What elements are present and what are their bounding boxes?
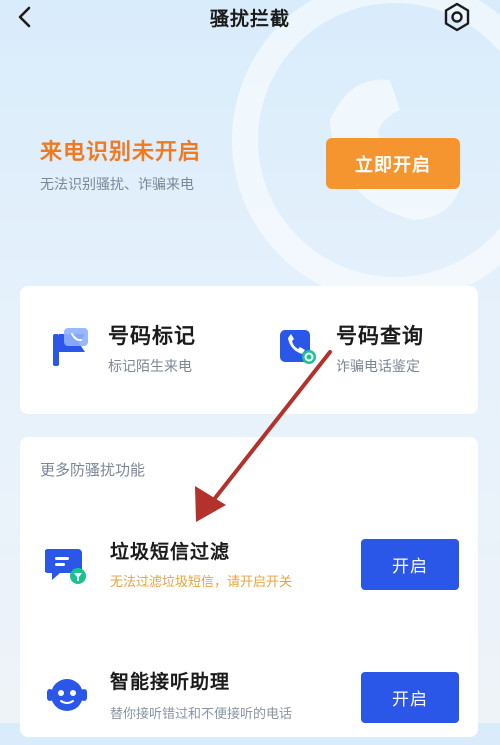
number-mark-tool[interactable]: 号码标记 标记陌生来电: [50, 320, 240, 380]
robot-assistant-icon: [47, 679, 87, 711]
number-query-tool[interactable]: 号码查询 诈骗电话鉴定: [278, 320, 468, 380]
number-tools-card: 号码标记 标记陌生来电 号码查询 诈骗电话鉴定: [20, 286, 478, 414]
sms-filter-enable-button[interactable]: 开启: [361, 539, 459, 590]
sms-filter-icon: [45, 549, 86, 584]
enable-now-button[interactable]: 立即开启: [326, 138, 460, 189]
number-query-label: 号码查询: [336, 324, 424, 348]
top-bar: 骚扰拦截: [0, 0, 500, 34]
more-features-title: 更多防骚扰功能: [40, 461, 146, 479]
number-query-icon: [280, 330, 316, 364]
gear-icon[interactable]: [440, 0, 474, 34]
smart-answer-enable-button[interactable]: 开启: [361, 672, 459, 723]
sms-filter-label: 垃圾短信过滤: [110, 541, 231, 563]
number-mark-icon: [53, 328, 88, 366]
page-title: 骚扰拦截: [209, 8, 290, 30]
caller-id-status-title: 来电识别未开启: [40, 140, 202, 165]
number-query-desc: 诈骗电话鉴定: [336, 359, 420, 375]
number-mark-label: 号码标记: [108, 324, 196, 348]
caller-id-status-subtitle: 无法识别骚扰、诈骗来电: [40, 177, 194, 193]
sms-filter-desc: 无法过滤垃圾短信，请开启开关: [110, 575, 293, 590]
more-features-card: 更多防骚扰功能 垃圾短信过滤 无法过滤垃圾短信，请开启开关 开启 智能接听助理 …: [20, 437, 478, 737]
smart-answer-desc: 替你接听错过和不便接听的电话: [110, 707, 293, 722]
sms-filter-row: 垃圾短信过滤 无法过滤垃圾短信，请开启开关 开启: [20, 529, 478, 609]
number-mark-desc: 标记陌生来电: [108, 359, 192, 375]
smart-answer-row: 智能接听助理 替你接听错过和不便接听的电话 开启: [20, 665, 478, 745]
smart-answer-label: 智能接听助理: [110, 671, 231, 693]
